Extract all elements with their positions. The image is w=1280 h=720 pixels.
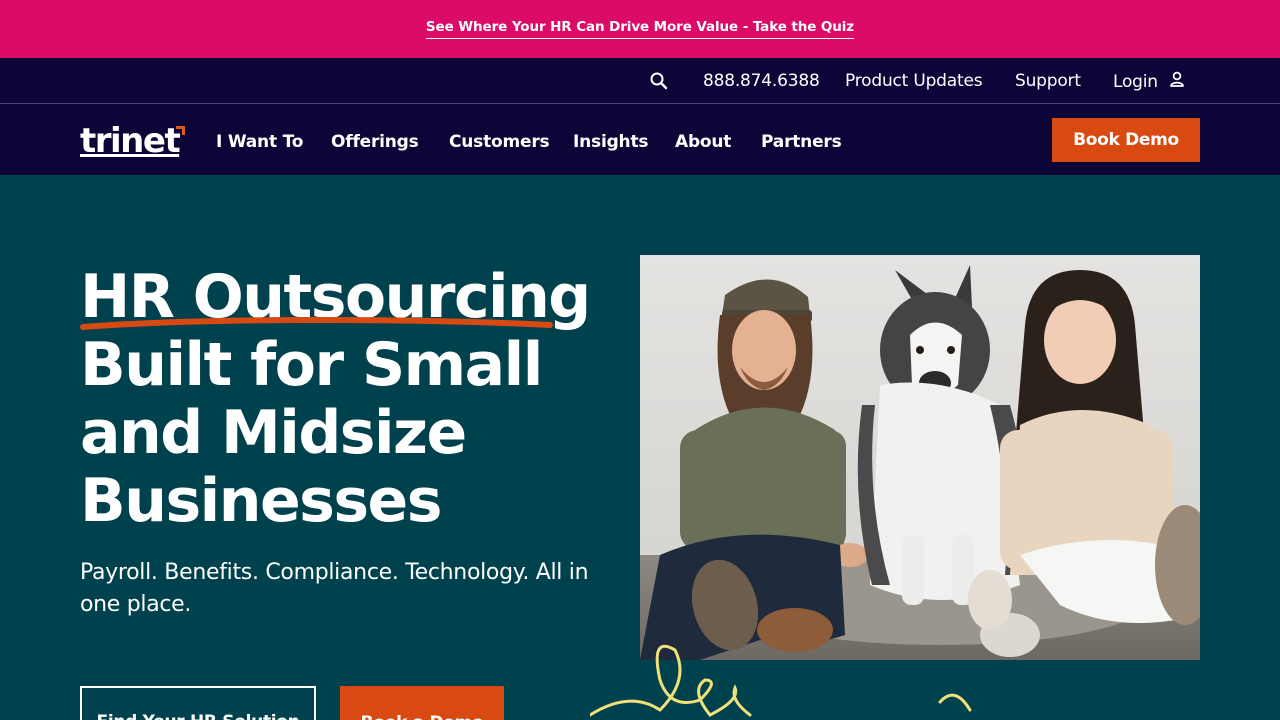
promo-banner: See Where Your HR Can Drive More Value -…	[0, 0, 1280, 58]
hero-section: HR Outsourcing Built for Small and Midsi…	[0, 175, 1280, 720]
book-a-demo-button[interactable]: Book a Demo	[340, 686, 504, 720]
nav-insights[interactable]: Insights	[573, 132, 648, 152]
hero-subhead: Payroll. Benefits. Compliance. Technolog…	[80, 560, 589, 617]
decorative-scribble	[590, 644, 972, 717]
headline-line-3: and Midsize	[80, 398, 467, 468]
headline-underline-swoosh	[80, 316, 553, 330]
headline-line-4: Businesses	[80, 466, 442, 536]
trinet-logo[interactable]: trinet	[80, 121, 186, 161]
login-label: Login	[1113, 71, 1158, 92]
main-navigation: trinet I Want To Offerings Customers Ins…	[0, 104, 1280, 175]
nav-about[interactable]: About	[675, 132, 731, 152]
nav-partners[interactable]: Partners	[761, 132, 842, 152]
hero-headline: HR Outsourcing Built for Small and Midsi…	[80, 263, 640, 535]
search-icon[interactable]	[649, 71, 669, 91]
utility-bar: 888.874.6388 Product Updates Support Log…	[0, 58, 1280, 104]
logo-text: trinet	[80, 121, 181, 161]
hero-photo	[640, 255, 1200, 660]
logo-corner-mark	[176, 126, 186, 135]
nav-offerings[interactable]: Offerings	[331, 132, 419, 152]
headline-line-2: Built for Small	[80, 330, 543, 400]
promo-quiz-link[interactable]: See Where Your HR Can Drive More Value -…	[425, 19, 854, 39]
support-link[interactable]: Support	[1015, 71, 1081, 91]
phone-link[interactable]: 888.874.6388	[703, 71, 820, 91]
nav-i-want-to[interactable]: I Want To	[216, 132, 303, 152]
user-icon	[1168, 70, 1186, 93]
login-link[interactable]: Login	[1113, 70, 1186, 93]
nav-customers[interactable]: Customers	[449, 132, 550, 152]
book-demo-button[interactable]: Book Demo	[1052, 118, 1200, 162]
find-hr-solution-button[interactable]: Find Your HR Solution	[80, 686, 316, 720]
hero-photo-illustration	[640, 255, 1200, 660]
product-updates-link[interactable]: Product Updates	[845, 71, 983, 91]
